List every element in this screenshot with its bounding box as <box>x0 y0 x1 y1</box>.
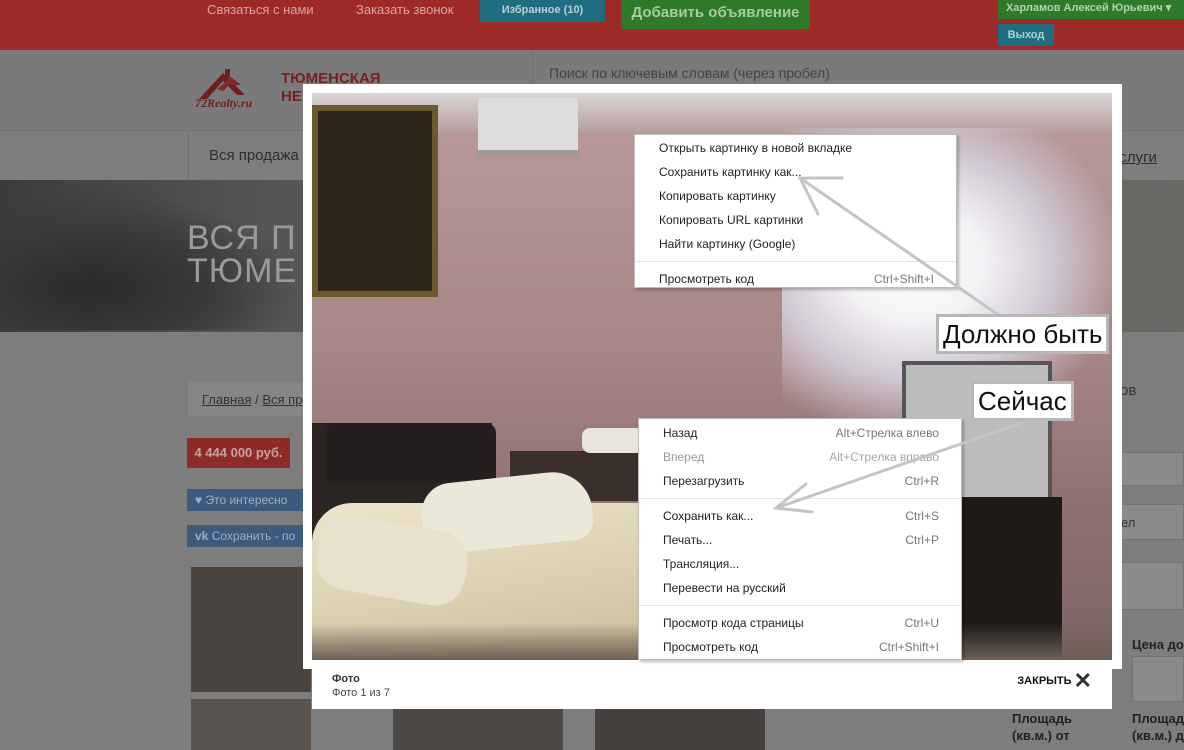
page-context-menu: Назад Alt+Стрелка влево Вперед Alt+Стрелка… <box>638 418 962 660</box>
image-context-menu: Открыть картинку в новой вкладке Сохрани… <box>634 134 957 288</box>
banner-title: ВСЯ П ТЮМЕ <box>187 219 298 290</box>
menu-separator <box>639 605 961 606</box>
gallery-thumbnail[interactable] <box>393 709 563 750</box>
menu-item-label: Вперед <box>663 450 705 464</box>
sidebar-heading: ов <box>1120 382 1137 399</box>
close-label: ЗАКРЫТЬ <box>1017 675 1072 687</box>
photo-headboard <box>326 423 496 483</box>
annotation-should-be: Должно быть <box>936 314 1110 354</box>
menu-item-shortcut: Ctrl+S <box>905 509 939 523</box>
add-listing-button[interactable]: Добавить объявление <box>621 0 810 29</box>
menu-item-shortcut: Ctrl+R <box>904 474 939 488</box>
photo-painting <box>312 105 438 297</box>
menu-item-label: Трансляция... <box>663 557 740 571</box>
interest-button[interactable]: ♥ Это интересно <box>187 489 305 511</box>
heart-icon: ♥ <box>195 493 206 507</box>
top-bar: Связаться с нами Заказать звонок Избранн… <box>0 0 1184 50</box>
menu-item-translate[interactable]: Перевести на русский <box>639 576 961 600</box>
menu-item-label: Сохранить картинку как... <box>659 165 802 179</box>
nav-item-all-sales[interactable]: Вся продажа <box>188 131 299 181</box>
vk-save-label: Сохранить - по <box>211 529 296 543</box>
photo-pillow-small <box>582 428 644 453</box>
breadcrumb-next[interactable]: Вся пр <box>262 392 302 407</box>
menu-item-label: Печать... <box>663 533 713 547</box>
interest-label: Это интересно <box>205 493 288 507</box>
menu-item-copy-image-url[interactable]: Копировать URL картинки <box>635 208 956 232</box>
menu-item-inspect[interactable]: Просмотреть код Ctrl+Shift+I <box>639 635 961 659</box>
breadcrumb-separator: / <box>251 392 263 407</box>
area-from-label: Площадь (кв.м.) от <box>1012 711 1072 743</box>
close-button[interactable]: ЗАКРЫТЬ ✕ <box>1017 668 1092 693</box>
menu-item-shortcut: Ctrl+P <box>905 533 939 547</box>
menu-separator <box>639 498 961 499</box>
logout-button[interactable]: Выход <box>998 24 1054 46</box>
favorites-button[interactable]: Избранное (10) <box>480 0 605 22</box>
menu-item-save-as[interactable]: Сохранить как... Ctrl+S <box>639 504 961 528</box>
menu-item-label: Перевести на русский <box>663 581 786 595</box>
filter-select-value: ел <box>1121 515 1136 530</box>
logo-text[interactable]: 72Realty.ru <box>195 96 252 111</box>
user-name: Харламов Алексей Юрьевич <box>1006 2 1163 14</box>
menu-item-inspect[interactable]: Просмотреть код Ctrl+Shift+I <box>635 267 956 287</box>
vk-save-button[interactable]: vk Сохранить - по <box>187 525 305 547</box>
menu-item-shortcut: Ctrl+Shift+I <box>878 640 939 654</box>
contact-link[interactable]: Связаться с нами <box>207 2 314 17</box>
gallery-thumbnail[interactable] <box>191 699 311 750</box>
menu-item-label: Копировать URL картинки <box>659 213 804 227</box>
menu-item-shortcut: Alt+Стрелка вправо <box>829 450 939 464</box>
photo-air-conditioner <box>478 98 578 156</box>
menu-item-shortcut: Alt+Стрелка влево <box>835 426 939 440</box>
menu-item-label: Копировать картинку <box>659 189 776 203</box>
menu-item-label: Открыть картинку в новой вкладке <box>659 141 853 155</box>
price-badge: 4 444 000 руб. <box>187 438 290 468</box>
menu-item-label: Просмотреть код <box>659 272 754 286</box>
menu-item-label: Назад <box>663 426 698 440</box>
menu-item-open-image-new-tab[interactable]: Открыть картинку в новой вкладке <box>635 136 956 160</box>
menu-item-label: Найти картинку (Google) <box>659 237 796 251</box>
gallery-thumbnail[interactable] <box>191 567 311 692</box>
menu-item-label: Просмотреть код <box>663 640 758 654</box>
caption-title: Фото <box>332 673 360 685</box>
banner-title-line2: ТЮМЕ <box>187 252 298 290</box>
vk-icon: vk <box>195 529 212 543</box>
menu-item-forward: Вперед Alt+Стрелка вправо <box>639 445 961 469</box>
area-to-label: Площадь (кв.м.) д <box>1132 711 1184 743</box>
menu-item-label: Перезагрузить <box>663 474 745 488</box>
banner-title-line1: ВСЯ П <box>187 219 297 257</box>
menu-item-save-image-as[interactable]: Сохранить картинку как... <box>635 160 956 184</box>
search-placeholder: Поиск по ключевым словам (через пробел) <box>549 65 830 81</box>
menu-item-cast[interactable]: Трансляция... <box>639 552 961 576</box>
menu-item-copy-image[interactable]: Копировать картинку <box>635 184 956 208</box>
menu-item-label: Просмотр кода страницы <box>663 616 804 630</box>
caret-down-icon: ▾ <box>1165 2 1172 14</box>
price-to-input[interactable] <box>1132 656 1184 702</box>
annotation-now: Сейчас <box>971 381 1074 421</box>
price-to-label: Цена до <box>1132 637 1184 652</box>
menu-item-reload[interactable]: Перезагрузить Ctrl+R <box>639 469 961 493</box>
menu-separator <box>635 261 956 262</box>
menu-item-view-source[interactable]: Просмотр кода страницы Ctrl+U <box>639 611 961 635</box>
gallery-thumbnail[interactable] <box>595 709 765 750</box>
menu-item-label: Сохранить как... <box>663 509 754 523</box>
callback-link[interactable]: Заказать звонок <box>356 2 453 17</box>
lightbox-caption: Фото Фото 1 из 7 ЗАКРЫТЬ ✕ <box>312 661 1112 709</box>
close-icon: ✕ <box>1073 668 1092 693</box>
menu-item-shortcut: Ctrl+Shift+I <box>873 272 934 286</box>
breadcrumb-home[interactable]: Главная <box>202 392 251 407</box>
caption-count: Фото 1 из 7 <box>332 687 390 699</box>
user-menu[interactable]: Харламов Алексей Юрьевич ▾ <box>998 0 1184 19</box>
menu-item-print[interactable]: Печать... Ctrl+P <box>639 528 961 552</box>
menu-item-search-image-google[interactable]: Найти картинку (Google) <box>635 232 956 256</box>
menu-item-back[interactable]: Назад Alt+Стрелка влево <box>639 421 961 445</box>
menu-item-shortcut: Ctrl+U <box>904 616 939 630</box>
